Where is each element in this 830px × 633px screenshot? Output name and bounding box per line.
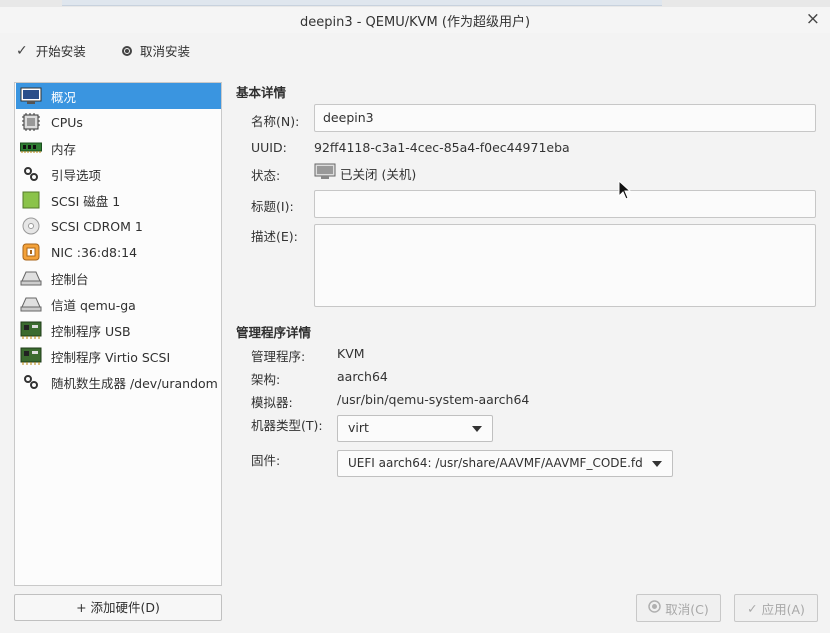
chevron-down-icon <box>652 461 662 467</box>
description-label: 描述(E): <box>251 229 298 244</box>
apply-label: 应用(A) <box>761 601 805 617</box>
title-label: 标题(I): <box>251 199 294 214</box>
hardware-list: 概况 CPUs 内存 引导选项 SCSI 磁盘 1 SCSI CDROM 1 N… <box>14 82 222 586</box>
description-field[interactable] <box>314 224 816 307</box>
sidebar-item-channel[interactable]: 信道 qemu-ga <box>16 291 221 317</box>
title-field[interactable] <box>314 190 816 218</box>
status-text: 已关闭 (关机) <box>340 167 417 182</box>
sidebar-item-virtio-scsi-controller[interactable]: 控制程序 Virtio SCSI <box>16 343 221 369</box>
sidebar-item-usb-controller[interactable]: 控制程序 USB <box>16 317 221 343</box>
window-title: deepin3 - QEMU/KVM (作为超级用户) <box>299 15 531 30</box>
sidebar-item-label: 内存 <box>51 141 77 157</box>
cdrom-icon <box>20 216 42 236</box>
checkmark-icon: ✓ <box>747 600 758 616</box>
sidebar-item-label: NIC :36:d8:14 <box>51 244 138 260</box>
chevron-down-icon <box>472 426 482 432</box>
sidebar-item-overview[interactable]: 概况 <box>16 83 221 109</box>
console-icon <box>20 268 42 288</box>
background-tab <box>62 0 662 6</box>
close-icon[interactable]: × <box>806 9 820 29</box>
gears-icon <box>20 164 42 184</box>
controller-icon <box>20 346 42 366</box>
machine-type-value: virt <box>348 420 369 435</box>
sidebar-item-label: 概况 <box>51 89 77 105</box>
uuid-value: 92ff4118-c3a1-4cec-85a4-f0ec44971eba <box>314 140 570 155</box>
mouse-pointer-icon <box>618 179 632 203</box>
sidebar-item-console[interactable]: 控制台 <box>16 265 221 291</box>
sidebar-item-cpus[interactable]: CPUs <box>16 109 221 135</box>
cancel-icon <box>648 600 661 616</box>
sidebar-item-memory[interactable]: 内存 <box>16 135 221 161</box>
gears-icon <box>20 372 42 392</box>
toolbar: ✓ 开始安装 取消安装 <box>0 36 830 64</box>
add-hardware-label: 添加硬件(D) <box>90 600 160 615</box>
firmware-select[interactable]: UEFI aarch64: /usr/share/AAVMF/AAVMF_COD… <box>337 450 673 477</box>
stop-icon <box>122 45 132 56</box>
uuid-label: UUID: <box>251 140 287 155</box>
apply-button[interactable]: ✓ 应用(A) <box>734 594 818 622</box>
architecture-label: 架构: <box>251 372 281 387</box>
sidebar-item-label: 控制台 <box>51 271 89 287</box>
architecture-value: aarch64 <box>337 369 388 384</box>
channel-icon <box>20 294 42 314</box>
sidebar-item-label: 控制程序 USB <box>51 323 131 339</box>
sidebar-item-label: 信道 qemu-ga <box>51 297 136 313</box>
monitor-icon <box>20 86 42 106</box>
sidebar-item-rng[interactable]: 随机数生成器 /dev/urandom <box>16 369 221 395</box>
add-hardware-button[interactable]: + 添加硬件(D) <box>14 594 222 621</box>
name-label: 名称(N): <box>251 114 300 129</box>
emulator-value: /usr/bin/qemu-system-aarch64 <box>337 392 530 407</box>
vm-shutoff-icon <box>314 163 336 184</box>
disk-icon <box>20 190 42 210</box>
emulator-label: 模拟器: <box>251 395 293 410</box>
title-bar: deepin3 - QEMU/KVM (作为超级用户) × <box>0 7 830 33</box>
sidebar-item-label: 引导选项 <box>51 167 102 183</box>
cancel-label: 取消(C) <box>665 601 709 617</box>
basic-details-heading: 基本详情 <box>236 85 287 100</box>
sidebar-item-label: SCSI 磁盘 1 <box>51 193 121 209</box>
cpu-icon <box>20 112 42 132</box>
sidebar-item-label: 随机数生成器 /dev/urandom <box>51 375 218 391</box>
sidebar-item-nic[interactable]: NIC :36:d8:14 <box>16 239 221 265</box>
firmware-label: 固件: <box>251 453 281 468</box>
machine-type-select[interactable]: virt <box>337 415 493 442</box>
memory-icon <box>20 138 42 158</box>
sidebar-item-label: CPUs <box>51 114 83 130</box>
cancel-button[interactable]: 取消(C) <box>636 594 721 622</box>
background-window-strip <box>0 0 830 7</box>
hypervisor-label: 管理程序: <box>251 349 306 364</box>
name-field[interactable]: deepin3 <box>314 104 816 132</box>
plus-icon: + <box>76 600 87 615</box>
sidebar-item-label: SCSI CDROM 1 <box>51 218 143 234</box>
begin-install-label: 开始安装 <box>35 44 86 59</box>
hypervisor-details-heading: 管理程序详情 <box>236 325 312 340</box>
sidebar-item-label: 控制程序 Virtio SCSI <box>51 349 171 365</box>
sidebar-item-cdrom[interactable]: SCSI CDROM 1 <box>16 213 221 239</box>
begin-install-button[interactable]: ✓ 开始安装 <box>16 41 86 60</box>
controller-icon <box>20 320 42 340</box>
firmware-value: UEFI aarch64: /usr/share/AAVMF/AAVMF_COD… <box>348 456 643 470</box>
checkmark-icon: ✓ <box>16 42 28 59</box>
cancel-install-label: 取消安装 <box>140 44 191 59</box>
status-label: 状态: <box>251 168 281 183</box>
cancel-install-button[interactable]: 取消安装 <box>122 41 190 60</box>
sidebar-item-scsi-disk[interactable]: SCSI 磁盘 1 <box>16 187 221 213</box>
status-value: 已关闭 (关机) <box>314 163 416 184</box>
sidebar-item-boot[interactable]: 引导选项 <box>16 161 221 187</box>
machine-type-label: 机器类型(T): <box>251 418 323 433</box>
network-icon <box>20 242 42 262</box>
hypervisor-value: KVM <box>337 346 365 361</box>
